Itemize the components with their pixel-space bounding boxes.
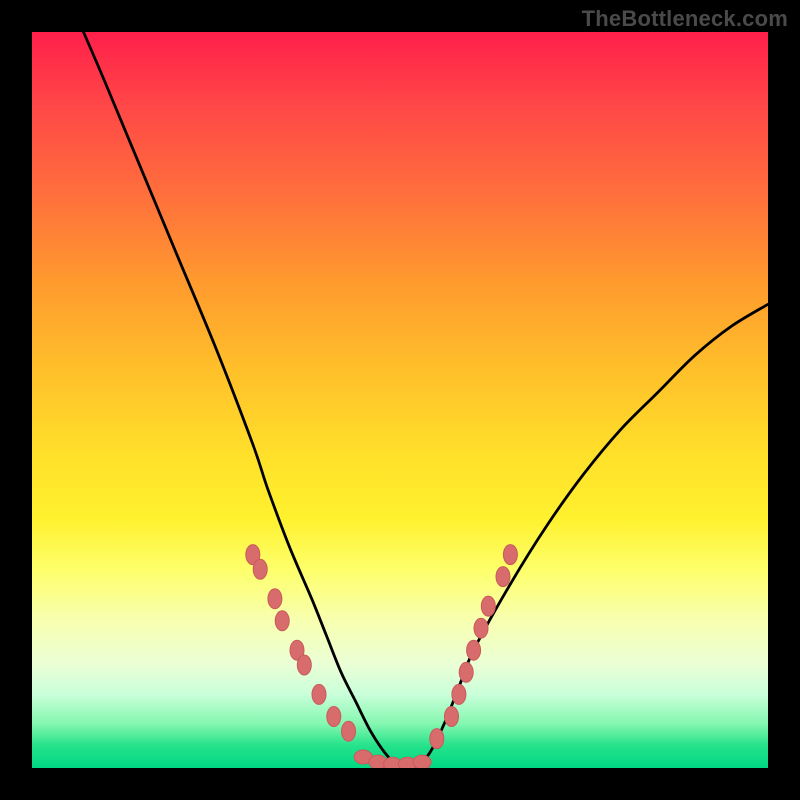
plot-area — [32, 32, 768, 768]
data-point — [467, 640, 481, 660]
data-point — [459, 662, 473, 682]
data-point — [312, 684, 326, 704]
data-point — [430, 729, 444, 749]
data-point — [452, 684, 466, 704]
data-point — [297, 655, 311, 675]
watermark-text: TheBottleneck.com — [582, 6, 788, 32]
data-point — [481, 596, 495, 616]
data-point — [474, 618, 488, 638]
data-point — [327, 707, 341, 727]
data-point — [275, 611, 289, 631]
data-point — [445, 707, 459, 727]
data-point — [342, 721, 356, 741]
chart-frame: TheBottleneck.com — [0, 0, 800, 800]
curve-svg — [32, 32, 768, 768]
data-markers — [246, 545, 518, 768]
data-point — [413, 755, 431, 768]
bottleneck-curve — [84, 32, 769, 768]
data-point — [496, 567, 510, 587]
data-point — [268, 589, 282, 609]
data-point — [253, 559, 267, 579]
data-point — [503, 545, 517, 565]
